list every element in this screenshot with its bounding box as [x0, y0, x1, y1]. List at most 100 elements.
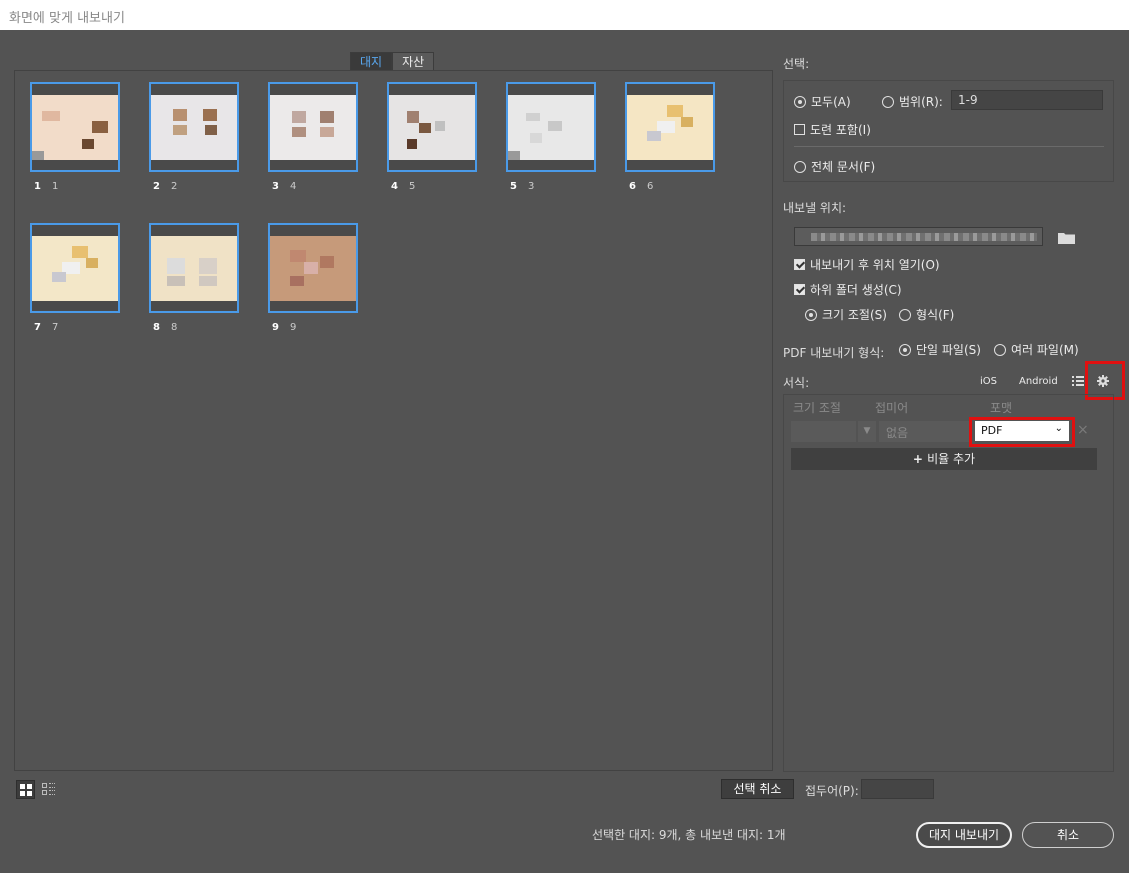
pixel-block [205, 125, 217, 135]
suffix-column-header: 접미어 [875, 401, 909, 415]
android-preset-button[interactable]: Android [1019, 376, 1058, 387]
pixel-block [292, 127, 306, 137]
thumbnail-id: 7 [51, 322, 59, 333]
include-bleed-label: 도련 포함(I) [810, 123, 871, 137]
pixel-block [320, 111, 334, 123]
pixel-block [290, 276, 304, 286]
artboard-thumbnail[interactable] [268, 223, 358, 313]
artboard-thumbnail[interactable] [149, 223, 239, 313]
pixel-block [203, 109, 217, 121]
thumbnail-header [270, 84, 356, 95]
export-artboards-button[interactable]: 대지 내보내기 [916, 822, 1012, 848]
include-bleed-checkbox[interactable]: 도련 포함(I) [794, 121, 871, 138]
thumbnail-number: 1 [34, 181, 41, 192]
folder-icon[interactable] [1058, 231, 1075, 244]
thumbnail-footer [151, 160, 237, 170]
thumbnail-number: 7 [34, 322, 41, 333]
thumbnail-header [627, 84, 713, 95]
pdf-export-label: PDF 내보내기 형식: [783, 346, 885, 360]
all-radio-label: 모두(A) [811, 95, 851, 109]
prefix-input[interactable] [861, 779, 934, 799]
artboard-thumbnail[interactable] [387, 82, 477, 172]
artboard-thumbnail[interactable] [30, 223, 120, 313]
thumbnail-footer [32, 301, 118, 311]
full-document-label: 전체 문서(F) [811, 160, 876, 174]
open-after-label: 내보내기 후 위치 열기(O) [810, 258, 940, 272]
thumbnail-number: 6 [629, 181, 636, 192]
thumbnail-image [389, 95, 475, 160]
artboard-thumbnail[interactable] [268, 82, 358, 172]
add-scale-button[interactable]: + 비율 추가 [791, 448, 1097, 470]
pixel-block [320, 256, 334, 268]
deselect-button[interactable]: 선택 취소 [721, 779, 794, 799]
pixel-block [304, 262, 318, 274]
pixel-block [92, 121, 108, 133]
grid-view-icon[interactable] [16, 780, 35, 799]
pixel-block [681, 117, 693, 127]
pixel-block [526, 113, 540, 121]
create-subfolders-checkbox[interactable]: 하위 폴더 생성(C) [794, 281, 902, 298]
artboard-thumbnail[interactable] [30, 82, 120, 172]
pixel-block [199, 258, 217, 274]
format-column-header: 포맷 [990, 401, 1013, 415]
select-label: 선택: [783, 57, 810, 71]
thumbnail-footer [270, 301, 356, 311]
open-after-checkbox[interactable]: 내보내기 후 위치 열기(O) [794, 256, 940, 273]
thumbnail-footer [508, 160, 594, 170]
create-subfolders-label: 하위 폴더 생성(C) [810, 283, 902, 297]
remove-scale-icon[interactable]: × [1077, 422, 1089, 438]
pixel-block [290, 250, 306, 262]
ios-preset-button[interactable]: iOS [980, 376, 997, 387]
artboard-thumbnail[interactable] [506, 82, 596, 172]
pixel-block [530, 133, 542, 143]
radio-checked-icon [899, 344, 911, 356]
thumbnail-number: 3 [272, 181, 279, 192]
thumbnail-image [627, 95, 713, 160]
export-to-label: 내보낼 위치: [783, 201, 847, 215]
thumbnail-label: 11 [34, 181, 58, 192]
thumbnail-label: 99 [272, 322, 296, 333]
pixel-block [52, 272, 66, 282]
thumbnail-id: 3 [527, 181, 535, 192]
checkbox-unchecked-icon [794, 124, 805, 135]
thumbnail-number: 2 [153, 181, 160, 192]
by-scale-radio[interactable]: 크기 조절(S) [805, 306, 887, 323]
list-view-icon[interactable] [39, 780, 58, 799]
thumbnail-image [508, 95, 594, 161]
scale-input [791, 421, 856, 442]
list-icon[interactable] [1072, 375, 1084, 387]
multiple-files-radio[interactable]: 여러 파일(M) [994, 341, 1079, 358]
thumbnail-label: 66 [629, 181, 653, 192]
thumbnail-header [32, 225, 118, 236]
range-input[interactable]: 1-9 [951, 90, 1103, 110]
export-path-field[interactable] [794, 227, 1043, 246]
range-radio[interactable]: 범위(R): [882, 93, 943, 110]
thumbnail-footer [389, 160, 475, 170]
thumbnail-footer [32, 160, 118, 170]
range-radio-label: 범위(R): [899, 95, 943, 109]
divider [794, 146, 1104, 147]
thumbnail-label: 77 [34, 322, 58, 333]
prefix-label: 접두어(P): [805, 784, 859, 798]
tab-artboards[interactable]: 대지 [350, 52, 393, 71]
single-file-radio[interactable]: 단일 파일(S) [899, 341, 981, 358]
artboard-thumbnail[interactable] [625, 82, 715, 172]
by-format-radio[interactable]: 형식(F) [899, 306, 954, 323]
thumbnail-label: 88 [153, 322, 177, 333]
tab-assets[interactable]: 자산 [392, 52, 435, 71]
pixel-block [82, 139, 94, 149]
thumbnail-image [151, 236, 237, 301]
by-scale-label: 크기 조절(S) [822, 308, 887, 322]
pixel-block [407, 139, 417, 149]
radio-checked-icon [794, 96, 806, 108]
full-document-radio[interactable]: 전체 문서(F) [794, 158, 875, 175]
artboard-thumbnail[interactable] [149, 82, 239, 172]
thumbnail-header [270, 225, 356, 236]
all-radio[interactable]: 모두(A) [794, 93, 851, 110]
cancel-button[interactable]: 취소 [1022, 822, 1114, 848]
thumbnail-id: 4 [289, 181, 297, 192]
thumbnail-header [151, 84, 237, 95]
thumbnail-number: 9 [272, 322, 279, 333]
checkbox-checked-icon [794, 259, 805, 270]
scale-dropdown-arrow: ▼ [858, 421, 876, 442]
